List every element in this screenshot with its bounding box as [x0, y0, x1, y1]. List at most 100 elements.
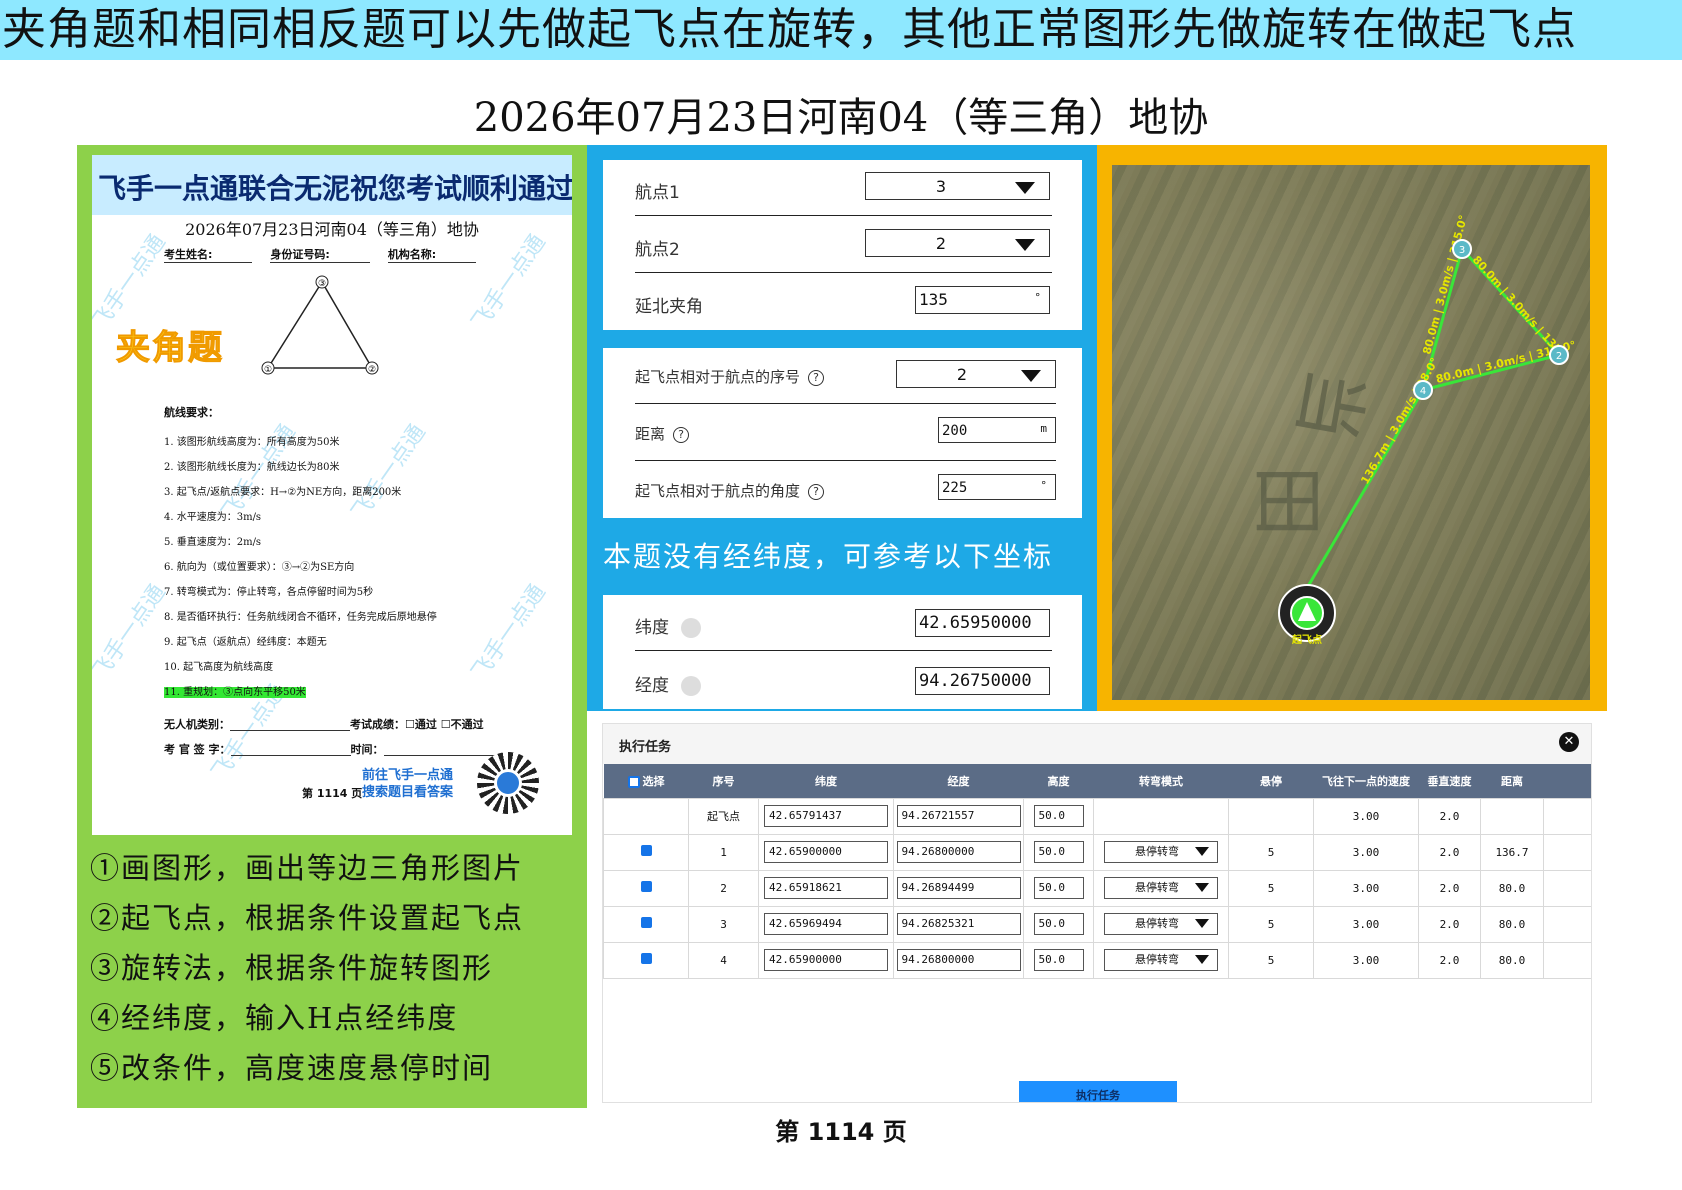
route-overlay: 田 当 136.7m | 3.0m/s | 28.0° 80.0m | 3.0m…	[1245, 214, 1577, 646]
distance-cell	[1480, 797, 1544, 835]
paper-header: 飞手一点通联合无泥祝您考试顺利通过	[92, 155, 572, 215]
col-hover: 悬停	[1228, 764, 1314, 798]
help-icon[interactable]: ?	[808, 369, 825, 386]
takeoff-index-select[interactable]: 2	[896, 360, 1056, 388]
longitude-cell[interactable]: 94.26894499	[896, 877, 1021, 899]
waypoint-marker[interactable]: 2	[1549, 345, 1569, 365]
coordinate-form: 纬度 42.65950000 经度 94.26750000	[603, 595, 1082, 709]
watermark: 飞手一点通	[92, 580, 171, 685]
satellite-map[interactable]: 田 当 136.7m | 3.0m/s | 28.0° 80.0m | 3.0m…	[1112, 165, 1590, 700]
waypoint-marker[interactable]: 4	[1413, 380, 1433, 400]
speed-cell: 3.00	[1313, 869, 1419, 907]
help-icon[interactable]: ?	[673, 426, 690, 443]
turn-mode-select[interactable]: 悬停转弯	[1104, 877, 1218, 899]
altitude-cell[interactable]: 50.0	[1033, 805, 1084, 827]
waypoint2-select[interactable]: 2	[865, 229, 1050, 257]
longitude-input[interactable]: 94.26750000	[915, 667, 1050, 695]
col-vspeed: 垂直速度	[1418, 764, 1481, 798]
requirement-item: 9. 起飞点（返航点）经纬度：本题无	[164, 637, 327, 648]
table-row: 起飞点 42.65791437 94.26721557 50.0 3.00 2.…	[603, 797, 1591, 835]
longitude-cell[interactable]: 94.26800000	[896, 841, 1021, 863]
chevron-down-icon	[1015, 182, 1035, 194]
waypoint1-row: 航点1 3	[603, 160, 1082, 216]
row-index: 2	[688, 869, 759, 907]
turn-mode-select[interactable]: 悬停转弯	[1104, 949, 1218, 971]
longitude-cell[interactable]: 94.26721557	[896, 805, 1021, 827]
edge-label: 80.0m | 3.0m/s | 315.0°	[1420, 214, 1470, 356]
latitude-cell[interactable]: 42.65900000	[764, 841, 888, 863]
latitude-cell[interactable]: 42.65918621	[764, 877, 888, 899]
page-title: 2026年07月23日河南04（等三角）地协	[473, 95, 1209, 141]
takeoff-angle-input[interactable]: 225 °	[938, 474, 1056, 500]
svg-text:2: 2	[1556, 351, 1562, 362]
turn-mode-select[interactable]: 悬停转弯	[1104, 913, 1218, 935]
waypoint2-row: 航点2 2	[603, 217, 1082, 273]
altitude-cell[interactable]: 50.0	[1033, 913, 1084, 935]
waypoint1-select[interactable]: 3	[865, 172, 1050, 200]
row-index: 1	[688, 833, 759, 871]
home-point-icon[interactable]: 起飞点	[1278, 584, 1336, 646]
distance-cell: 80.0	[1480, 941, 1544, 979]
longitude-cell[interactable]: 94.26825321	[896, 913, 1021, 935]
triangle-diagram: ③ ① ②	[261, 275, 379, 375]
altitude-cell[interactable]: 50.0	[1033, 949, 1084, 971]
paper-footer: 无人机类别： 考试成绩：☐通过 ☐不通过 考 官 签 字： 时间：	[164, 712, 504, 762]
vspeed-cell: 2.0	[1418, 833, 1481, 871]
top-banner: 夹角题和相同相反题可以先做起飞点在旋转，其他正常图形先做旋转在做起飞点	[0, 0, 1682, 60]
table-row: 2 42.65918621 94.26894499 50.0 悬停转弯 5 3.…	[603, 869, 1591, 907]
hover-cell: 5	[1228, 941, 1314, 979]
location-icon[interactable]	[681, 618, 701, 638]
turn-mode-select[interactable]: 悬停转弯	[1104, 841, 1218, 863]
table-row: 3 42.65969494 94.26825321 50.0 悬停转弯 5 3.…	[603, 905, 1591, 943]
speed-cell: 3.00	[1313, 905, 1419, 943]
longitude-cell[interactable]: 94.26800000	[896, 949, 1021, 971]
chevron-down-icon	[1021, 370, 1041, 382]
north-angle-label: 延北夹角	[635, 297, 703, 317]
latitude-cell[interactable]: 42.65969494	[764, 913, 888, 935]
altitude-cell[interactable]: 50.0	[1033, 877, 1084, 899]
latitude-cell[interactable]: 42.65791437	[764, 805, 888, 827]
row-checkbox[interactable]	[640, 845, 652, 856]
svg-text:起飞点: 起飞点	[1291, 633, 1322, 646]
close-icon[interactable]: ✕	[1559, 732, 1579, 752]
altitude-cell[interactable]: 50.0	[1033, 841, 1084, 863]
task-title: 执行任务	[619, 740, 672, 755]
row-checkbox[interactable]	[640, 881, 652, 892]
angle-form: 航点1 3 航点2 2 延北夹角 135 °	[603, 160, 1082, 330]
north-angle-input[interactable]: 135 °	[915, 286, 1050, 314]
col-select[interactable]: 选择	[603, 764, 689, 798]
select-all-checkbox[interactable]	[627, 775, 640, 788]
requirement-item: 10. 起飞高度为航线高度	[164, 662, 274, 673]
requirement-item: 1. 该图形航线高度为：所有高度为50米	[164, 437, 340, 448]
takeoff-form: 起飞点相对于航点的序号? 2 距离? 200 m 起飞点相对于航点的角度? 225…	[603, 348, 1082, 518]
chevron-down-icon	[1195, 919, 1209, 928]
requirement-item: 7. 转弯模式为：停止转弯，各点停留时间为5秒	[164, 587, 374, 598]
distance-label: 距离?	[635, 423, 690, 444]
question-type-badge: 夹角题	[116, 328, 224, 369]
chevron-down-icon	[1195, 847, 1209, 856]
location-icon[interactable]	[681, 676, 701, 696]
watermark: 飞手一点通	[92, 230, 171, 335]
table-header: 选择 序号 纬度 经度 高度 转弯模式 悬停 飞往下一点的速度 垂直速度 距离	[603, 764, 1591, 798]
col-latitude: 纬度	[758, 764, 894, 798]
step-item: ①画图形，画出等边三角形图片	[90, 851, 525, 885]
help-icon[interactable]: ?	[808, 483, 825, 500]
requirement-item: 8. 是否循环执行：任务航线闭合不循环，任务完成后原地悬停	[164, 612, 437, 623]
requirement-item-highlight: 11. 重规划：③点向东平移50米	[164, 687, 306, 698]
execute-task-button[interactable]: 执行任务	[1019, 1081, 1177, 1102]
row-checkbox[interactable]	[640, 953, 652, 964]
waypoint-marker[interactable]: 3	[1452, 239, 1472, 259]
row-checkbox[interactable]	[640, 917, 652, 928]
vspeed-cell: 2.0	[1418, 797, 1481, 835]
latitude-cell[interactable]: 42.65900000	[764, 949, 888, 971]
requirements-list: 1. 该图形航线高度为：所有高度为50米 2. 该图形航线长度为：航线边长为80…	[164, 430, 564, 705]
step-item: ④经纬度，输入H点经纬度	[90, 1001, 459, 1035]
vspeed-cell: 2.0	[1418, 905, 1481, 943]
requirement-item: 6. 航向为（或位置要求）：③→②为SE方向	[164, 562, 355, 573]
svg-text:3: 3	[1459, 245, 1465, 256]
hover-cell	[1228, 797, 1314, 835]
distance-input[interactable]: 200 m	[938, 417, 1056, 443]
latitude-input[interactable]: 42.65950000	[915, 609, 1050, 637]
exam-paper: 飞手一点通联合无泥祝您考试顺利通过 飞手一点通 飞手一点通 飞手一点通 飞手一点…	[92, 155, 572, 835]
vspeed-cell: 2.0	[1418, 869, 1481, 907]
